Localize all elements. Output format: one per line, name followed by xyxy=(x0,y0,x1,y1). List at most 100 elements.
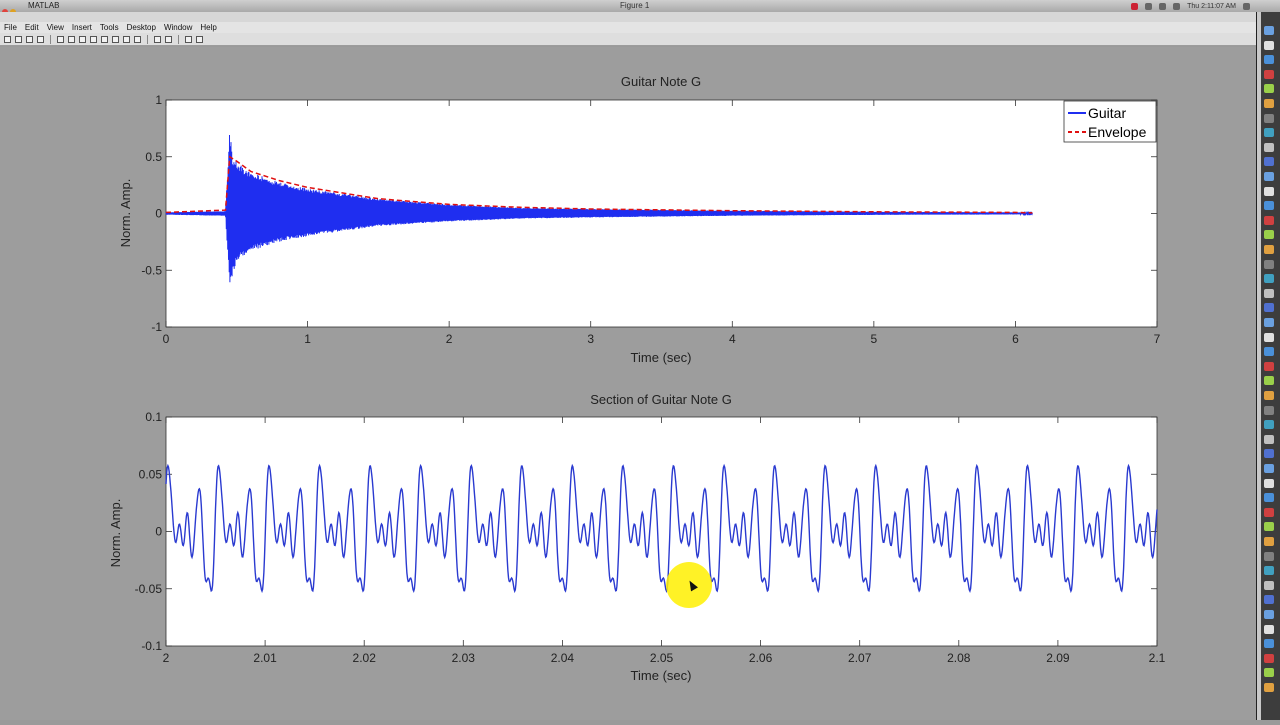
dock-app-icon[interactable] xyxy=(1264,639,1274,649)
legend-guitar-label: Guitar xyxy=(1088,105,1126,121)
dock-app-icon[interactable] xyxy=(1264,172,1274,181)
dock-app-icon[interactable] xyxy=(1264,405,1274,415)
y-tick-label: -0.5 xyxy=(141,263,162,277)
dock-app-icon[interactable] xyxy=(1264,507,1274,517)
dock-app-icon[interactable] xyxy=(1264,653,1274,663)
zoom-in-icon[interactable] xyxy=(68,35,75,43)
link-icon[interactable] xyxy=(134,35,141,43)
legend[interactable]: Guitar Envelope xyxy=(1063,100,1157,143)
x-tick-label: 2.08 xyxy=(947,651,971,665)
x-tick-label: 4 xyxy=(729,332,736,346)
menu-window[interactable]: Window xyxy=(160,22,196,33)
dock-app-icon[interactable] xyxy=(1264,420,1274,430)
record-icon[interactable] xyxy=(1131,2,1139,10)
x-tick-label: 2.05 xyxy=(650,651,674,665)
dock-app-icon[interactable] xyxy=(1264,230,1274,240)
x-axis-label: Time (sec) xyxy=(631,668,692,683)
spotlight-icon[interactable] xyxy=(1243,2,1250,10)
clock: Thu 2:11:07 AM xyxy=(1187,2,1236,10)
dock-app-icon[interactable] xyxy=(1264,142,1274,152)
pointer-icon[interactable] xyxy=(57,35,64,43)
dock-app-icon[interactable] xyxy=(1264,391,1274,400)
dock-app-icon[interactable] xyxy=(1264,610,1274,619)
dock-app-icon[interactable] xyxy=(1264,201,1274,211)
print-icon[interactable] xyxy=(37,35,44,43)
x-tick-label: 2.06 xyxy=(749,651,773,665)
menu-bar: File Edit View Insert Tools Desktop Wind… xyxy=(0,22,1256,33)
dock-app-icon[interactable] xyxy=(1264,522,1274,532)
y-tick-label: 0.5 xyxy=(145,150,162,164)
dock-app-icon[interactable] xyxy=(1264,245,1274,254)
x-tick-label: 2.03 xyxy=(452,651,476,665)
dock-app-icon[interactable] xyxy=(1264,288,1274,298)
secondary-title-strip xyxy=(0,12,1256,22)
x-tick-label: 3 xyxy=(587,332,594,346)
volume-icon[interactable] xyxy=(1173,2,1181,10)
x-tick-label: 2 xyxy=(446,332,453,346)
colorbar-icon[interactable] xyxy=(154,35,161,43)
dock-app-icon[interactable] xyxy=(1264,624,1274,634)
dock-app-icon[interactable] xyxy=(1264,186,1274,196)
axes-guitar-note[interactable]: 0 1 2 3 4 5 6 7 -1 -0.5 0 0.5 1 Guitar Note G Time (… xyxy=(118,74,1161,365)
dock-app-icon[interactable] xyxy=(1264,464,1274,473)
dock-app-icon[interactable] xyxy=(1264,55,1274,65)
dock-app-icon[interactable] xyxy=(1264,274,1274,284)
dock-app-icon[interactable] xyxy=(1264,566,1274,576)
dock-app-icon[interactable] xyxy=(1264,434,1274,444)
dock-app-icon[interactable] xyxy=(1264,157,1274,167)
menu-desktop[interactable]: Desktop xyxy=(123,22,160,33)
legend-icon[interactable] xyxy=(165,35,172,43)
data-cursor-icon[interactable] xyxy=(112,35,119,43)
x-tick-label: 2.04 xyxy=(551,651,575,665)
dock-app-icon[interactable] xyxy=(1264,668,1274,678)
dock-app-icon[interactable] xyxy=(1264,113,1274,123)
y-tick-label: -0.1 xyxy=(141,639,162,653)
dock-app-icon[interactable] xyxy=(1264,376,1274,386)
dock-app-icon[interactable] xyxy=(1264,449,1274,459)
dock-app-icon[interactable] xyxy=(1264,99,1274,108)
dock-app-icon[interactable] xyxy=(1264,318,1274,327)
x-axis-label: Time (sec) xyxy=(631,350,692,365)
menu-tools[interactable]: Tools xyxy=(96,22,123,33)
x-tick-label: 2.09 xyxy=(1046,651,1070,665)
y-tick-label: 0.1 xyxy=(145,410,162,424)
axes-section-guitar-note[interactable]: 2 2.01 2.02 2.03 2.04 2.05 2.06 2.07 2.08 2.09 2.1… xyxy=(108,392,1166,683)
wifi-icon[interactable] xyxy=(1159,2,1167,10)
menu-view[interactable]: View xyxy=(43,22,68,33)
dock-app-icon[interactable] xyxy=(1264,361,1274,371)
dock-app-icon[interactable] xyxy=(1264,493,1274,503)
brush-icon[interactable] xyxy=(123,35,130,43)
dock-app-icon[interactable] xyxy=(1264,332,1274,342)
dock-app-icon[interactable] xyxy=(1264,551,1274,561)
save-icon[interactable] xyxy=(26,35,33,43)
y-axis-label: Norm. Amp. xyxy=(118,179,133,248)
y-tick-label: 0 xyxy=(155,525,162,539)
dock-app-icon[interactable] xyxy=(1264,683,1274,692)
dock-app-icon[interactable] xyxy=(1264,537,1274,546)
dock-app-icon[interactable] xyxy=(1264,69,1274,79)
pan-icon[interactable] xyxy=(90,35,97,43)
dock-app-icon[interactable] xyxy=(1264,595,1274,605)
dock-app-icon[interactable] xyxy=(1264,347,1274,357)
open-icon[interactable] xyxy=(15,35,22,43)
bluetooth-icon[interactable] xyxy=(1145,2,1153,10)
dock-app-icon[interactable] xyxy=(1264,215,1274,225)
dock-app-icon[interactable] xyxy=(1264,84,1274,94)
dock-app-icon[interactable] xyxy=(1264,259,1274,269)
show-tools-icon[interactable] xyxy=(196,35,203,43)
dock-app-icon[interactable] xyxy=(1264,478,1274,488)
dock-app-icon[interactable] xyxy=(1264,580,1274,590)
dock-app-icon[interactable] xyxy=(1264,40,1274,50)
zoom-out-icon[interactable] xyxy=(79,35,86,43)
dock-app-icon[interactable] xyxy=(1264,128,1274,138)
rotate-icon[interactable] xyxy=(101,35,108,43)
dock-app-icon[interactable] xyxy=(1264,303,1274,313)
menu-edit[interactable]: Edit xyxy=(21,22,43,33)
new-figure-icon[interactable] xyxy=(4,35,11,43)
menu-insert[interactable]: Insert xyxy=(68,22,96,33)
y-tick-label: 1 xyxy=(155,93,162,107)
menu-help[interactable]: Help xyxy=(196,22,220,33)
dock-app-icon[interactable] xyxy=(1264,26,1274,35)
hide-tools-icon[interactable] xyxy=(185,35,192,43)
menu-file[interactable]: File xyxy=(0,22,21,33)
